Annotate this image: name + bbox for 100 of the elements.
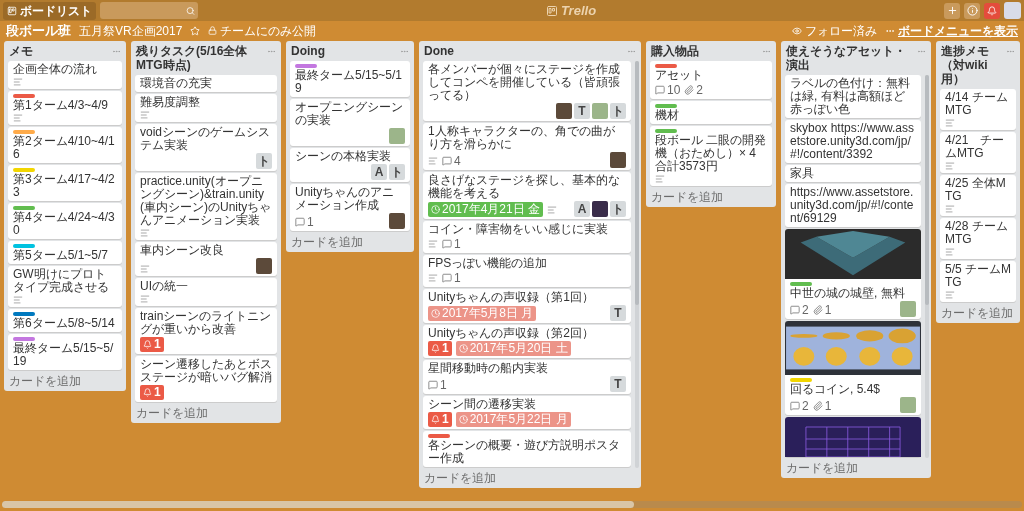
star-icon[interactable] [190, 25, 201, 36]
card[interactable]: 企画全体の流れ [8, 61, 122, 89]
card-title: GW明けにプロトタイプ完成させる [13, 268, 110, 294]
member-initials[interactable]: A [371, 164, 387, 180]
card-title: 4/21 チームMTG [945, 134, 1006, 160]
card[interactable]: 家具 [785, 165, 921, 182]
list-menu-icon[interactable] [112, 47, 121, 56]
card[interactable]: 第3ターム4/17~4/23 [8, 165, 122, 201]
member-avatar[interactable] [389, 128, 405, 144]
card[interactable]: 第6ターム5/8~5/14 [8, 309, 122, 332]
list-menu-icon[interactable] [1006, 47, 1015, 56]
notifications-button[interactable] [984, 2, 1000, 19]
list-menu-icon[interactable] [762, 47, 771, 56]
card[interactable]: 4/21 チームMTG [940, 132, 1016, 173]
member-avatar[interactable] [256, 258, 272, 274]
member-avatar[interactable] [900, 397, 916, 413]
card[interactable]: 5/5 チームMTG [940, 261, 1016, 302]
add-card-link[interactable]: カードを追加 [286, 232, 414, 252]
comment-count: 1 [454, 271, 461, 285]
card[interactable]: 4/14 チームMTG [940, 89, 1016, 130]
card[interactable]: 各メンバーが個々にステージを作成してコンペを開催している（皆頑張ってる） T ト [423, 61, 631, 121]
card[interactable]: 環境音の充実 [135, 75, 277, 92]
card[interactable]: 星間移動時の船内実装 1 T [423, 360, 631, 394]
card[interactable]: Unityちゃんの声収録（第1回） 2017年5月8日 月 T [423, 289, 631, 323]
card[interactable]: FPSっぽい機能の追加 1 [423, 255, 631, 287]
card-title: Unityちゃんの声収録（第1回） [428, 291, 595, 304]
card[interactable]: 第1ターム4/3~4/9 [8, 91, 122, 125]
horizontal-scrollbar[interactable] [2, 501, 1022, 508]
member-avatar[interactable] [592, 201, 608, 217]
member-initials[interactable]: ト [256, 153, 272, 169]
scrollbar[interactable] [925, 75, 929, 458]
card[interactable]: ラベルの色付け：無料は緑, 有料は高額ほど赤っぽい色 [785, 75, 921, 118]
card[interactable]: Unityちゃんのアニメーション作成 1 [290, 184, 410, 231]
description-icon [428, 239, 438, 249]
card[interactable]: 段ボール 二眼の開発機（おためし）× 4 合計3573円 [650, 126, 772, 186]
card[interactable]: シーンの本格実装 A ト [290, 148, 410, 182]
user-avatar[interactable] [1004, 2, 1021, 19]
card[interactable]: voidシーンのゲームシステム実装 ト [135, 124, 277, 171]
card[interactable]: 最終ターム5/15~5/19 [290, 61, 410, 97]
card[interactable]: シーン間の遷移実装 1 2017年5月22日 月 [423, 396, 631, 429]
card[interactable]: practice.unity(オープニングシーン)&train.unity(車内シーン)のUnityちゃんアニメーション実装 [135, 173, 277, 240]
card[interactable]: 第2ターム4/10~4/16 [8, 127, 122, 163]
card[interactable]: 第5ターム5/1~5/7 [8, 241, 122, 264]
card-title: 星間移動時の船内実装 [428, 362, 549, 375]
card[interactable]: 回るコイン, 5.4$ 2 1 [785, 321, 921, 415]
member-initials[interactable]: T [610, 305, 626, 321]
card[interactable]: Unityちゃんの声収録（第2回） 1 2017年5月20日 土 [423, 325, 631, 358]
list-menu-icon[interactable] [627, 47, 636, 56]
scrollbar[interactable] [635, 61, 639, 468]
card[interactable]: 車内シーン改良 [135, 242, 277, 276]
add-card-link[interactable]: カードを追加 [419, 468, 641, 488]
add-card-link[interactable]: カードを追加 [781, 458, 931, 478]
card[interactable]: GW明けにプロトタイプ完成させる [8, 266, 122, 307]
card[interactable]: 第4ターム4/24~4/30 [8, 203, 122, 239]
member-initials[interactable]: ト [389, 164, 405, 180]
member-initials[interactable]: A [574, 201, 590, 217]
add-card-link[interactable]: カードを追加 [131, 403, 281, 423]
card[interactable]: オープニングシーンの実装 [290, 99, 410, 146]
image-card[interactable] [785, 417, 921, 457]
member-avatar[interactable] [592, 103, 608, 119]
card[interactable]: 中世の城の城壁, 無料 2 1 [785, 229, 921, 319]
member-initials[interactable]: T [610, 376, 626, 392]
card[interactable]: 4/28 チームMTG [940, 218, 1016, 259]
card-title: 中世の城の城壁, 無料 [790, 287, 906, 300]
card[interactable]: https://www.assetstore.unity3d.com/jp/#!/content/69129 [785, 184, 921, 227]
card[interactable]: コイン・障害物をいい感じに実装 1 [423, 221, 631, 253]
card[interactable]: 4/25 全体MTG [940, 175, 1016, 216]
boards-button[interactable]: ボードリスト [3, 1, 96, 20]
search-field[interactable] [100, 2, 198, 19]
card-title: 段ボール 二眼の開発機（おためし）× 4 合計3573円 [655, 134, 767, 173]
add-card-link[interactable]: カードを追加 [646, 187, 776, 207]
add-card-link[interactable]: カードを追加 [4, 371, 126, 391]
card[interactable]: trainシーンのライトニングが重いから改善 1 [135, 308, 277, 354]
card[interactable]: シーン遷移したあとボスステージが暗いバグ解消 1 [135, 356, 277, 402]
description-icon [13, 295, 23, 305]
member-avatar[interactable] [610, 152, 626, 168]
member-initials[interactable]: T [574, 103, 590, 119]
add-button[interactable] [944, 2, 960, 19]
comment-icon [442, 239, 452, 249]
card[interactable]: 機材 [650, 101, 772, 124]
card[interactable]: アセット 10 2 [650, 61, 772, 99]
info-button[interactable] [964, 2, 980, 19]
card[interactable]: 最終ターム5/15~5/19 [8, 334, 122, 370]
card[interactable]: 1人称キャラクターの、角での曲がり方を滑らかに 4 [423, 123, 631, 170]
description-icon [428, 156, 438, 166]
card[interactable]: 各シーンの概要・遊び方説明ポスター作成 [423, 431, 631, 467]
list-menu-icon[interactable] [917, 47, 926, 56]
member-avatar[interactable] [900, 301, 916, 317]
card-title: 4/14 チームMTG [945, 91, 1009, 117]
member-avatar[interactable] [556, 103, 572, 119]
member-initials[interactable]: ト [610, 201, 626, 217]
list-menu-icon[interactable] [400, 47, 409, 56]
comment-icon [442, 273, 452, 283]
list-menu-icon[interactable] [267, 47, 276, 56]
card[interactable]: UIの統一 [135, 278, 277, 306]
member-avatar[interactable] [389, 213, 405, 229]
add-card-link[interactable]: カードを追加 [936, 303, 1020, 323]
card[interactable]: 良さげなステージを探し、基本的な機能を考える 2017年4月21日 金 A ト [423, 172, 631, 219]
card[interactable]: 難易度調整 [135, 94, 277, 122]
member-initials[interactable]: ト [610, 103, 626, 119]
